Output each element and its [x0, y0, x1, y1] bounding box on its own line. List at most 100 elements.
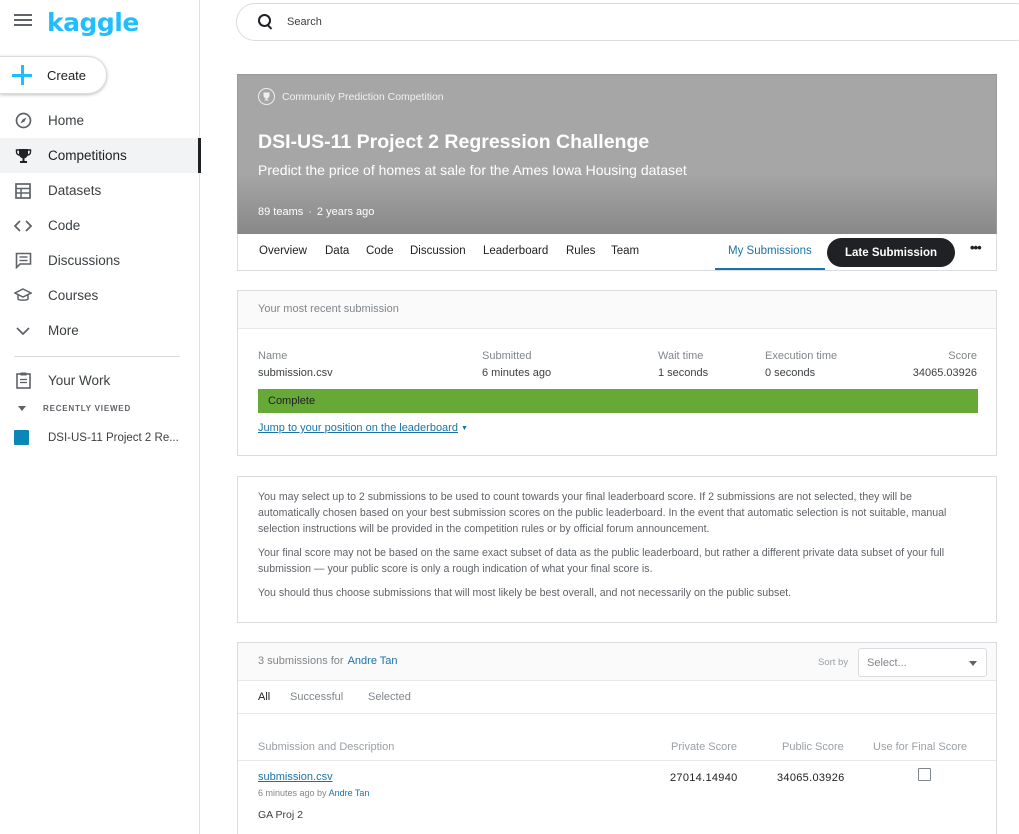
user-link[interactable]: Andre Tan — [348, 655, 398, 667]
submitted-column: Submitted 6 minutes ago — [482, 350, 551, 379]
tab-discussion[interactable]: Discussion — [410, 234, 466, 270]
filter-successful[interactable]: Successful — [290, 691, 343, 703]
filter-all[interactable]: All — [258, 691, 270, 703]
tab-my-submissions[interactable]: My Submissions — [715, 234, 825, 270]
sort-select-value: Select... — [867, 657, 907, 669]
use-for-final-score-checkbox[interactable] — [918, 768, 931, 781]
jump-to-leaderboard-link[interactable]: Jump to your position on the leaderboard… — [258, 422, 468, 434]
competition-thumbnail — [14, 430, 29, 445]
submissions-count-text: 3 submissions for — [258, 655, 344, 667]
dropdown-arrow-icon — [969, 661, 977, 666]
compass-icon — [14, 112, 32, 130]
column-header: Execution time — [765, 350, 838, 362]
recent-item-label: DSI-US-11 Project 2 Re... — [48, 431, 179, 444]
execution-time-value: 0 seconds — [765, 367, 816, 379]
jump-link-label: Jump to your position on the leaderboard — [258, 422, 458, 434]
sidebar-item-label: Code — [48, 218, 81, 233]
comments-icon — [14, 252, 32, 270]
private-score: 27014.14940 — [670, 772, 738, 784]
competition-header: Community Prediction Competition DSI-US-… — [237, 74, 997, 235]
submissions-count: 3 submissions for Andre Tan — [258, 655, 398, 667]
search-input[interactable] — [287, 16, 887, 28]
sidebar-nav: Home Competitions Datasets Code Discussi… — [0, 103, 201, 348]
recent-submission-heading: Your most recent submission — [238, 291, 996, 329]
submission-filters: All Successful Selected — [238, 681, 996, 714]
submission-description: GA Proj 2 — [258, 809, 303, 821]
sidebar-item-label: Your Work — [48, 373, 111, 388]
tab-data[interactable]: Data — [325, 234, 349, 270]
tab-team[interactable]: Team — [611, 234, 639, 270]
tab-rules[interactable]: Rules — [566, 234, 595, 270]
caret-down-icon — [18, 406, 26, 411]
competition-subtitle: Predict the price of homes at sale for t… — [258, 162, 687, 178]
sidebar-item-label: Datasets — [48, 183, 102, 198]
chevron-down-icon — [14, 322, 32, 340]
public-score: 34065.03926 — [777, 772, 845, 784]
late-submission-button[interactable]: Late Submission — [827, 238, 955, 267]
submission-meta: 6 minutes ago by Andre Tan — [258, 788, 369, 798]
code-icon — [14, 217, 32, 235]
score-value: 34065.03926 — [912, 367, 977, 379]
more-options-icon[interactable]: ••• — [970, 240, 982, 255]
competition-age: 2 years ago — [316, 206, 375, 218]
sidebar-item-courses[interactable]: Courses — [0, 278, 200, 313]
tab-leaderboard[interactable]: Leaderboard — [483, 234, 548, 270]
recent-item[interactable]: DSI-US-11 Project 2 Re... — [0, 430, 179, 445]
submission-time: 6 minutes ago by — [258, 788, 327, 798]
submission-name-column: Name submission.csv — [258, 350, 333, 379]
wait-time-column: Wait time 1 seconds — [658, 350, 708, 379]
sidebar-item-code[interactable]: Code — [0, 208, 200, 243]
competition-meta: 89 teams · 2 years ago — [258, 206, 374, 218]
trophy-icon — [258, 88, 275, 105]
sidebar-item-your-work[interactable]: Your Work — [0, 363, 200, 398]
create-label: Create — [47, 67, 87, 83]
kaggle-logo[interactable]: kaggle — [47, 8, 139, 37]
create-button[interactable]: Create — [0, 56, 107, 94]
plus-icon — [12, 65, 32, 85]
sidebar: kaggle Create Home Competitions Datasets — [0, 0, 201, 834]
sidebar-item-competitions[interactable]: Competitions — [0, 138, 201, 173]
trophy-icon — [14, 147, 32, 165]
column-header: Wait time — [658, 350, 704, 362]
sidebar-item-discussions[interactable]: Discussions — [0, 243, 200, 278]
submitted-time: 6 minutes ago — [482, 367, 552, 379]
sidebar-item-home[interactable]: Home — [0, 103, 200, 138]
sidebar-item-more[interactable]: More — [0, 313, 200, 348]
column-header-final-score: Use for Final Score — [873, 741, 968, 753]
sidebar-item-label: More — [48, 323, 79, 338]
sort-label: Sort by — [818, 657, 849, 668]
menu-icon[interactable] — [14, 14, 32, 28]
search-icon — [258, 14, 274, 30]
column-header: Name — [258, 350, 288, 362]
tab-code[interactable]: Code — [366, 234, 394, 270]
submission-file-link[interactable]: submission.csv — [258, 771, 333, 783]
recent-submission-card: Your most recent submission Name submiss… — [237, 290, 997, 456]
column-header: Submitted — [482, 350, 532, 362]
filter-selected[interactable]: Selected — [368, 691, 411, 703]
caret-down-icon: ▼ — [460, 425, 468, 432]
sidebar-divider — [14, 356, 180, 357]
submission-file-name: submission.csv — [258, 367, 333, 379]
submissions-card: 3 submissions for Andre Tan Sort by Selec… — [237, 642, 997, 834]
sidebar-your-work: Your Work — [0, 363, 200, 398]
competition-type-label: Community Prediction Competition — [282, 90, 444, 103]
tab-overview[interactable]: Overview — [259, 234, 307, 270]
sidebar-item-datasets[interactable]: Datasets — [0, 173, 200, 208]
submission-user-link[interactable]: Andre Tan — [329, 788, 370, 798]
info-paragraph: You may select up to 2 submissions to be… — [258, 491, 947, 535]
column-header-public-score: Public Score — [782, 741, 844, 753]
competition-tabs: Overview Data Code Discussion Leaderboar… — [237, 234, 997, 271]
search-bar[interactable] — [236, 3, 1019, 41]
separator: · — [308, 206, 312, 218]
final-score-info: You may select up to 2 submissions to be… — [237, 476, 997, 623]
table-icon — [14, 182, 32, 200]
column-header-description: Submission and Description — [258, 741, 395, 753]
info-paragraph: Your final score may not be based on the… — [258, 547, 945, 575]
recently-viewed-label: RECENTLY VIEWED — [43, 404, 132, 413]
sidebar-item-label: Courses — [48, 288, 99, 303]
recently-viewed-header[interactable]: RECENTLY VIEWED — [0, 404, 131, 413]
divider — [238, 760, 996, 761]
column-header-private-score: Private Score — [671, 741, 738, 753]
teams-count: 89 teams — [258, 206, 304, 218]
sort-select[interactable]: Select... — [858, 648, 987, 677]
